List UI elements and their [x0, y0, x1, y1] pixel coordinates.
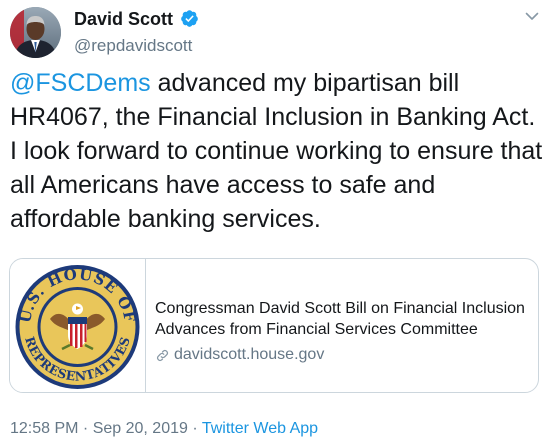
- link-icon: [157, 349, 168, 361]
- mention-link[interactable]: @FSCDems: [10, 69, 151, 97]
- meta-separator: ·: [78, 420, 93, 437]
- tweet-meta: 12:58 PM · Sep 20, 2019 · Twitter Web Ap…: [10, 420, 318, 438]
- chevron-down-icon[interactable]: [524, 8, 540, 24]
- display-name[interactable]: David Scott: [74, 9, 173, 30]
- tweet-text: @FSCDems advanced my bipartisan bill HR4…: [10, 66, 545, 236]
- verified-badge-icon: [181, 10, 199, 27]
- card-domain-text: davidscott.house.gov: [174, 346, 325, 363]
- avatar[interactable]: [10, 7, 61, 58]
- card-domain: davidscott.house.gov: [155, 346, 530, 364]
- author-info: David Scott @repdavidscott: [74, 9, 199, 56]
- card-image: U.S. HOUSE OF REPRESENTATIVES: [10, 259, 146, 392]
- tweet-header: David Scott @repdavidscott: [8, 6, 542, 60]
- card-body: Congressman David Scott Bill on Financia…: [155, 298, 530, 364]
- card-title: Congressman David Scott Bill on Financia…: [155, 300, 525, 338]
- tweet-time[interactable]: 12:58 PM: [10, 420, 78, 437]
- meta-separator: ·: [187, 420, 202, 437]
- tweet-container: David Scott @repdavidscott @FSCDems adva…: [0, 0, 550, 446]
- link-card[interactable]: U.S. HOUSE OF REPRESENTATIVES Congressma…: [9, 258, 539, 393]
- house-seal-logo: U.S. HOUSE OF REPRESENTATIVES: [15, 265, 140, 389]
- tweet-date[interactable]: Sep 20, 2019: [93, 420, 188, 437]
- tweet-source-link[interactable]: Twitter Web App: [202, 420, 318, 437]
- user-handle[interactable]: @repdavidscott: [74, 36, 199, 56]
